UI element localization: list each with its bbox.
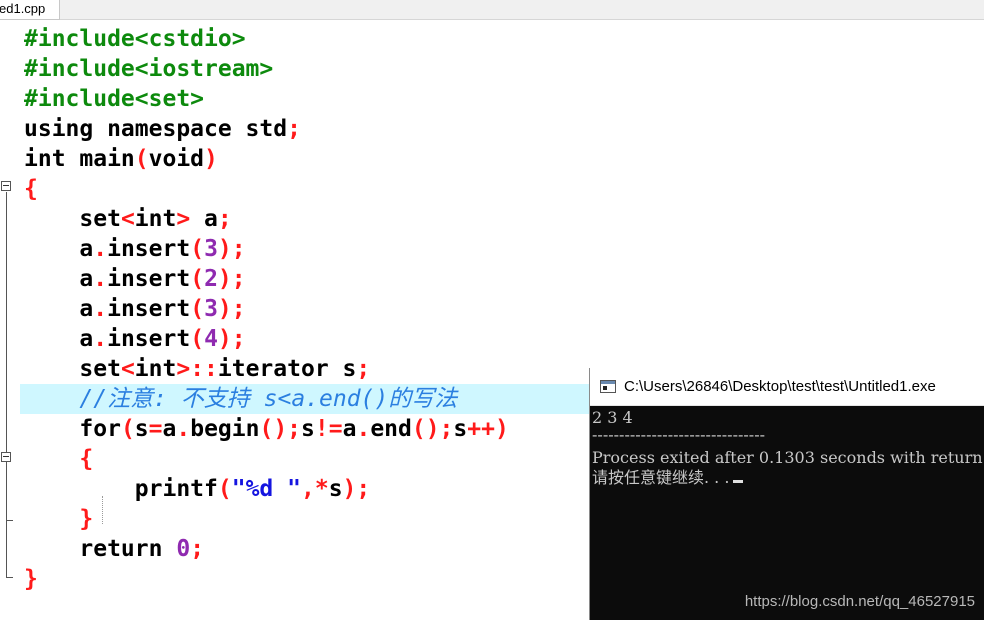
console-output[interactable]: 2 3 4 -------------------------------- P… bbox=[590, 406, 984, 620]
code-line: a.insert(2); bbox=[24, 266, 246, 292]
fold-end-marker bbox=[6, 520, 13, 521]
indent-guide bbox=[102, 496, 103, 524]
file-tab-label: ed1.cpp bbox=[0, 1, 46, 16]
console-prompt: 请按任意键继续. . . bbox=[592, 468, 730, 487]
current-code-line: //注意: 不支持 s<a.end()的写法 bbox=[20, 384, 590, 414]
console-window-icon bbox=[600, 380, 616, 393]
watermark: https://blog.csdn.net/qq_46527915 bbox=[744, 593, 975, 610]
fold-minus-icon[interactable] bbox=[1, 181, 11, 191]
code-line: return 0; bbox=[24, 536, 205, 562]
code-line: } bbox=[24, 506, 94, 532]
code-line: printf("%d ",*s); bbox=[24, 476, 371, 502]
console-cursor bbox=[733, 480, 744, 483]
code-line: for(s=a.begin();s!=a.end();s++) bbox=[24, 416, 509, 442]
fold-end-marker bbox=[6, 577, 13, 578]
code-line: #include<cstdio> bbox=[24, 26, 246, 52]
code-line: a.insert(4); bbox=[24, 326, 246, 352]
code-line: #include<iostream> bbox=[24, 56, 274, 82]
console-divider: -------------------------------- bbox=[592, 425, 765, 444]
code-line: } bbox=[24, 566, 38, 592]
code-line: set<int> a; bbox=[24, 206, 232, 232]
code-line: int main(void) bbox=[24, 146, 218, 172]
console-window[interactable]: C:\Users\26846\Desktop\test\test\Untitle… bbox=[589, 368, 984, 620]
fold-gutter bbox=[0, 20, 20, 620]
editor-tab-bar: ed1.cpp bbox=[0, 0, 984, 20]
code-line: using namespace std; bbox=[24, 116, 301, 142]
console-prompt-line: 请按任意键继续. . . bbox=[592, 468, 744, 488]
code-line: #include<set> bbox=[24, 86, 205, 112]
code-line: { bbox=[24, 176, 38, 202]
code-line: a.insert(3); bbox=[24, 296, 246, 322]
console-exit-message: Process exited after 0.1303 seconds with… bbox=[592, 448, 983, 467]
fold-minus-icon[interactable] bbox=[1, 452, 11, 462]
file-tab[interactable]: ed1.cpp bbox=[0, 0, 60, 20]
code-comment: //注意: 不支持 s<a.end()的写法 bbox=[24, 386, 458, 412]
console-title-bar[interactable]: C:\Users\26846\Desktop\test\test\Untitle… bbox=[590, 368, 984, 406]
code-line: set<int>::iterator s; bbox=[24, 356, 371, 382]
code-line: a.insert(3); bbox=[24, 236, 246, 262]
console-title: C:\Users\26846\Desktop\test\test\Untitle… bbox=[624, 378, 936, 395]
code-line: { bbox=[24, 446, 94, 472]
